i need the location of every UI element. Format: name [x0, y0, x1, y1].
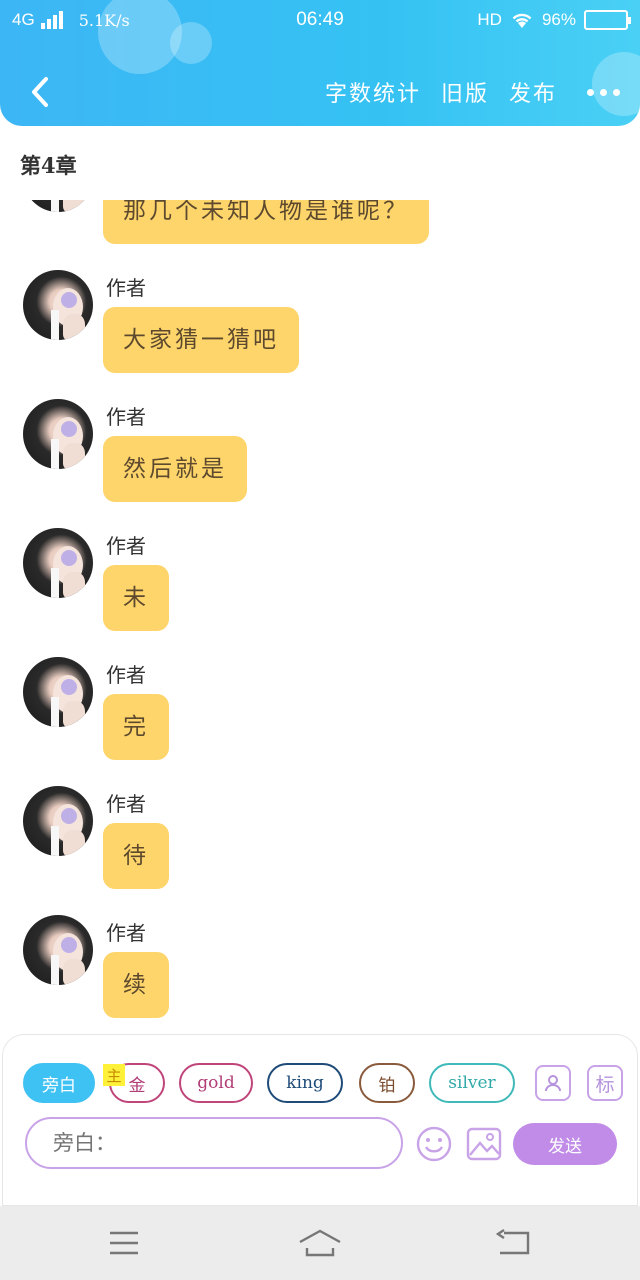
sender-name: 作者: [106, 663, 146, 687]
menu-icon[interactable]: [104, 1226, 144, 1260]
author-avatar[interactable]: [23, 528, 93, 598]
message-bubble[interactable]: 那几个未知人物是谁呢？: [103, 200, 429, 244]
home-icon[interactable]: [298, 1226, 342, 1260]
system-nav-bar: [0, 1206, 640, 1280]
compose-panel: 旁白 金 主 gold king 铂 silver 标 发送: [2, 1034, 638, 1206]
wifi-icon: [512, 13, 532, 28]
message-bubble[interactable]: 大家猜一猜吧: [103, 307, 299, 373]
role-chip-bo[interactable]: 铂: [359, 1063, 415, 1103]
word-count-button[interactable]: 字数统计: [325, 76, 421, 108]
message-bubble[interactable]: 然后就是: [103, 436, 247, 502]
chapter-title: 第4章: [20, 153, 77, 178]
more-icon[interactable]: [587, 88, 620, 96]
author-avatar[interactable]: [23, 657, 93, 727]
back-button[interactable]: [20, 72, 60, 112]
main-role-badge: 主: [103, 1064, 125, 1086]
status-bar: 4G 5.1K/s 06:49 HD 96%: [0, 0, 640, 44]
battery-icon: [584, 10, 631, 30]
back-nav-icon[interactable]: [494, 1226, 534, 1260]
author-avatar[interactable]: [23, 786, 93, 856]
top-nav: 字数统计 旧版 发布: [0, 60, 640, 124]
tag-button[interactable]: 标: [587, 1065, 623, 1101]
role-chip-silver[interactable]: silver: [429, 1063, 515, 1103]
sender-name: 作者: [106, 921, 146, 945]
sender-name: 作者: [106, 792, 146, 816]
old-version-button[interactable]: 旧版: [441, 76, 489, 108]
send-button[interactable]: 发送: [513, 1123, 617, 1165]
person-card-icon[interactable]: [535, 1065, 571, 1101]
author-avatar[interactable]: [23, 270, 93, 340]
sender-name: 作者: [106, 276, 146, 300]
dialogue-input[interactable]: [25, 1117, 403, 1169]
role-chip-gold[interactable]: gold: [179, 1063, 253, 1103]
message-list[interactable]: 那几个未知人物是谁呢？ 作者 大家猜一猜吧 作者 然后就是 作者 未 作者 完 …: [0, 200, 640, 1030]
emoji-icon[interactable]: [415, 1125, 453, 1163]
sender-name: 作者: [106, 534, 146, 558]
author-avatar[interactable]: [23, 200, 93, 212]
publish-button[interactable]: 发布: [509, 76, 557, 108]
message-bubble[interactable]: 待: [103, 823, 169, 889]
app-header: 4G 5.1K/s 06:49 HD 96% 字数统计 旧版 发布: [0, 0, 640, 126]
message-bubble[interactable]: 未: [103, 565, 169, 631]
chevron-left-icon: [32, 77, 48, 107]
role-chip-narration[interactable]: 旁白: [23, 1063, 95, 1103]
message-bubble[interactable]: 完: [103, 694, 169, 760]
image-icon[interactable]: [465, 1125, 503, 1163]
sender-name: 作者: [106, 405, 146, 429]
author-avatar[interactable]: [23, 915, 93, 985]
hd-indicator: HD: [477, 10, 502, 29]
author-avatar[interactable]: [23, 399, 93, 469]
battery-percent: 96%: [541, 10, 576, 29]
message-bubble[interactable]: 续: [103, 952, 169, 1018]
role-chip-king[interactable]: king: [267, 1063, 343, 1103]
